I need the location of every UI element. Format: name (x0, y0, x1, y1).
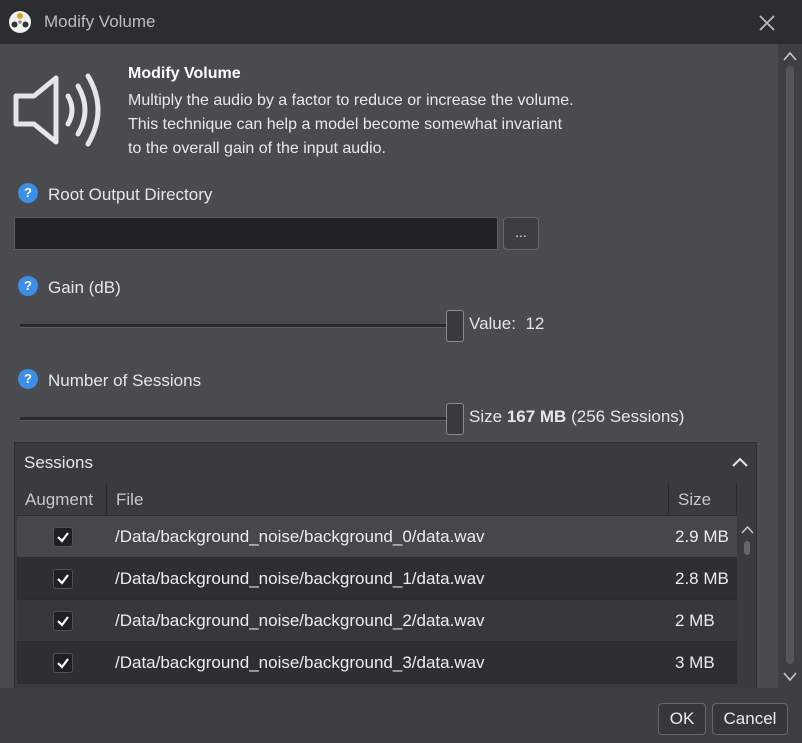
title-bar: Modify Volume (0, 0, 802, 44)
root-output-input[interactable] (14, 217, 498, 250)
gain-slider-track[interactable] (20, 324, 464, 328)
header-description: Multiply the audio by a factor to reduce… (128, 89, 668, 161)
gain-value-prefix: Value: (469, 314, 516, 333)
close-icon[interactable] (754, 10, 780, 36)
sessions-count-label: Number of Sessions (48, 371, 202, 390)
file-cell: /Data/background_noise/background_0/data… (115, 527, 485, 546)
ok-button[interactable]: OK (658, 703, 706, 735)
table-row[interactable]: /Data/background_noise/background_3/data… (17, 642, 737, 684)
size-value: 167 MB (506, 407, 567, 426)
gain-value: 12 (525, 314, 545, 333)
header-title: Modify Volume (128, 65, 241, 82)
size-prefix: Size (469, 407, 503, 426)
gain-slider-handle[interactable] (446, 310, 464, 342)
dialog-scrollbar-thumb[interactable] (786, 66, 794, 664)
augment-checkbox[interactable] (53, 569, 73, 589)
augment-checkbox[interactable] (53, 611, 73, 631)
sessions-size-readout: Size 167 MB (256 Sessions) (469, 407, 684, 427)
scroll-up-icon[interactable] (741, 525, 754, 534)
checkmark-icon (57, 658, 69, 669)
scroll-up-icon[interactable] (782, 50, 798, 62)
file-cell: /Data/background_noise/background_1/data… (115, 569, 485, 588)
dialog-content: Modify Volume Multiply the audio by a fa… (0, 44, 778, 688)
window-title: Modify Volume (44, 12, 156, 31)
size-cell: 3 MB (675, 653, 715, 672)
root-output-label: Root Output Directory (48, 185, 213, 204)
column-header-file[interactable]: File (107, 483, 669, 516)
table-row[interactable]: /Data/background_noise/background_1/data… (17, 558, 737, 600)
dialog-footer: OK Cancel (0, 688, 802, 743)
app-logo-icon (9, 11, 31, 33)
description-line: to the overall gain of the input audio. (128, 140, 386, 157)
sessions-count-text: (256 Sessions) (571, 407, 685, 426)
description-line: Multiply the audio by a factor to reduce… (128, 92, 574, 109)
gain-value-readout: Value: 12 (469, 314, 544, 334)
checkmark-icon (57, 616, 69, 627)
file-cell: /Data/background_noise/background_2/data… (115, 611, 485, 630)
table-row[interactable]: /Data/background_noise/background_2/data… (17, 600, 737, 642)
column-header-augment[interactable]: Augment (17, 483, 107, 516)
augment-checkbox[interactable] (53, 653, 73, 673)
table-scrollbar[interactable] (739, 483, 756, 688)
help-icon[interactable]: ? (18, 276, 38, 296)
help-icon[interactable]: ? (18, 369, 38, 389)
augment-checkbox[interactable] (53, 527, 73, 547)
checkmark-icon (57, 532, 69, 543)
file-cell: /Data/background_noise/background_3/data… (115, 653, 485, 672)
cancel-button[interactable]: Cancel (712, 703, 788, 735)
sessions-slider-handle[interactable] (446, 403, 464, 435)
sessions-slider-track[interactable] (20, 417, 464, 421)
scroll-down-icon[interactable] (782, 670, 798, 682)
description-line: This technique can help a model become s… (128, 116, 563, 133)
sessions-panel: Sessions Augment File Size /Data/backgro… (14, 442, 757, 688)
dialog-scrollbar[interactable] (778, 44, 802, 688)
speaker-volume-icon (13, 73, 101, 147)
browse-button[interactable]: ... (503, 217, 539, 250)
chevron-up-icon[interactable] (731, 455, 749, 469)
sessions-table: Augment File Size /Data/background_noise… (17, 483, 737, 688)
size-cell: 2.9 MB (675, 527, 729, 546)
size-cell: 2 MB (675, 611, 715, 630)
table-row[interactable]: /Data/background_noise/background_0/data… (17, 516, 737, 558)
help-icon[interactable]: ? (18, 183, 38, 203)
sessions-title: Sessions (24, 453, 93, 472)
sessions-header[interactable]: Sessions (15, 443, 756, 483)
table-scrollbar-thumb[interactable] (744, 541, 750, 555)
checkmark-icon (57, 574, 69, 585)
gain-label: Gain (dB) (48, 278, 121, 297)
column-header-size[interactable]: Size (669, 483, 737, 516)
size-cell: 2.8 MB (675, 569, 729, 588)
